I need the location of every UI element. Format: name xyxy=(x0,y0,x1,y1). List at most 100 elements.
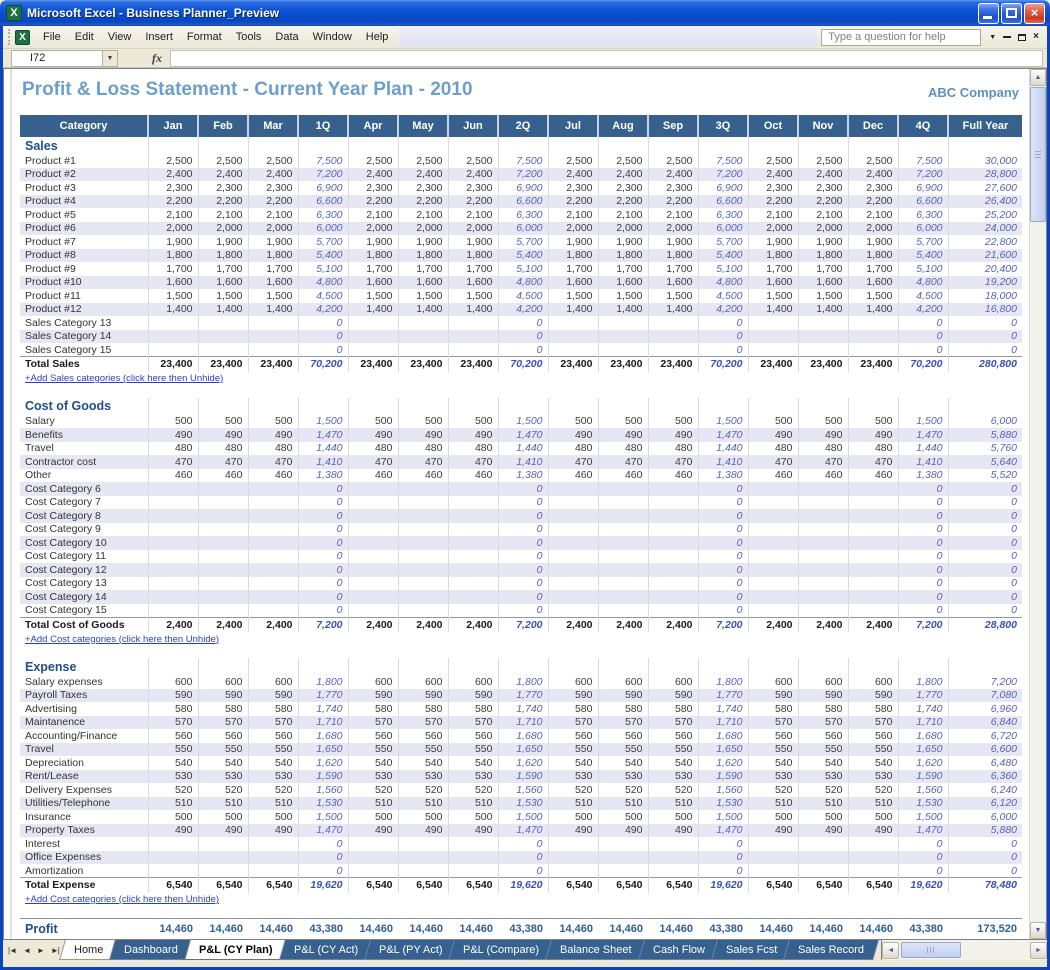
cell[interactable]: 500 xyxy=(548,810,598,824)
cell[interactable]: 1,500 xyxy=(748,289,798,303)
cell[interactable]: 19,620 xyxy=(498,878,548,893)
scroll-left-icon[interactable]: ◄ xyxy=(882,942,899,959)
cell[interactable] xyxy=(348,496,398,510)
cell[interactable]: 1,400 xyxy=(648,303,698,317)
cell[interactable]: 2,500 xyxy=(148,154,198,168)
cell[interactable]: 0 xyxy=(298,496,348,510)
cell[interactable]: 0 xyxy=(298,482,348,496)
cell[interactable] xyxy=(398,316,448,330)
cell[interactable]: 530 xyxy=(448,770,498,784)
cell[interactable]: 1,620 xyxy=(898,756,948,770)
cell[interactable]: 490 xyxy=(648,428,698,442)
menu-help[interactable]: Help xyxy=(359,28,396,46)
cell[interactable]: 5,400 xyxy=(298,249,348,263)
cell[interactable]: 1,500 xyxy=(248,289,298,303)
cell[interactable]: 0 xyxy=(498,604,548,618)
row-label-delivery-expenses[interactable]: Delivery Expenses xyxy=(20,783,148,797)
cell[interactable] xyxy=(548,496,598,510)
cell[interactable] xyxy=(648,496,698,510)
cell[interactable] xyxy=(448,482,498,496)
cell[interactable]: 1,700 xyxy=(398,262,448,276)
cell[interactable]: 2,300 xyxy=(198,181,248,195)
cell[interactable] xyxy=(798,577,848,591)
cell[interactable]: 6,540 xyxy=(798,878,848,893)
cell[interactable]: 0 xyxy=(298,509,348,523)
cell[interactable] xyxy=(648,509,698,523)
cell[interactable]: 5,100 xyxy=(698,262,748,276)
cell[interactable]: 1,590 xyxy=(698,770,748,784)
cell[interactable]: 1,500 xyxy=(148,289,198,303)
cell[interactable]: 5,100 xyxy=(298,262,348,276)
cell[interactable]: 7,500 xyxy=(298,154,348,168)
cell[interactable] xyxy=(348,482,398,496)
cell[interactable] xyxy=(848,137,898,154)
cell[interactable]: 490 xyxy=(348,428,398,442)
cell[interactable]: 550 xyxy=(848,743,898,757)
worksheet[interactable]: Profit & Loss Statement - Current Year P… xyxy=(4,69,1029,939)
cell[interactable] xyxy=(548,851,598,865)
cell[interactable]: 1,380 xyxy=(698,469,748,483)
cell[interactable] xyxy=(198,137,248,154)
cell[interactable]: 6,540 xyxy=(648,878,698,893)
cell[interactable]: 510 xyxy=(848,797,898,811)
cell[interactable]: 490 xyxy=(148,824,198,838)
cell[interactable]: 580 xyxy=(398,702,448,716)
cell[interactable]: 510 xyxy=(398,797,448,811)
cell[interactable] xyxy=(448,563,498,577)
cell[interactable]: 490 xyxy=(798,824,848,838)
cell[interactable]: 470 xyxy=(398,455,448,469)
cell[interactable]: 1,500 xyxy=(398,289,448,303)
cell[interactable]: 490 xyxy=(848,824,898,838)
cell[interactable] xyxy=(798,851,848,865)
cell[interactable] xyxy=(848,864,898,878)
cell[interactable] xyxy=(548,864,598,878)
cell[interactable]: 2,400 xyxy=(198,617,248,632)
cell[interactable]: 27,600 xyxy=(948,181,1022,195)
cell[interactable] xyxy=(148,658,198,675)
cell[interactable]: 2,400 xyxy=(748,617,798,632)
cell[interactable]: 7,080 xyxy=(948,689,1022,703)
cell[interactable]: 2,400 xyxy=(148,168,198,182)
cell[interactable]: 460 xyxy=(598,469,648,483)
cell[interactable]: 14,460 xyxy=(848,919,898,940)
row-label-product-7[interactable]: Product #7 xyxy=(20,235,148,249)
row-label-total-sales[interactable]: Total Sales xyxy=(20,357,148,372)
cell[interactable]: 2,500 xyxy=(598,154,648,168)
cell[interactable]: 1,700 xyxy=(798,262,848,276)
cell[interactable]: 1,500 xyxy=(198,289,248,303)
menu-insert[interactable]: Insert xyxy=(138,28,180,46)
cell[interactable] xyxy=(748,864,798,878)
cell[interactable] xyxy=(348,343,398,357)
cell[interactable]: 530 xyxy=(648,770,698,784)
cell[interactable]: 560 xyxy=(748,729,798,743)
cell[interactable]: 0 xyxy=(948,550,1022,564)
row-label-utilities-telephone[interactable]: Utilities/Telephone xyxy=(20,797,148,811)
cell[interactable] xyxy=(598,316,648,330)
row-label-interest[interactable]: Interest xyxy=(20,837,148,851)
cell[interactable]: 520 xyxy=(398,783,448,797)
cell[interactable]: 4,800 xyxy=(898,276,948,290)
cell[interactable] xyxy=(148,590,198,604)
cell[interactable]: 0 xyxy=(948,343,1022,357)
cell[interactable] xyxy=(548,837,598,851)
cell[interactable] xyxy=(298,658,348,675)
cell[interactable]: 550 xyxy=(148,743,198,757)
cell[interactable] xyxy=(548,330,598,344)
cell[interactable]: 1,700 xyxy=(248,262,298,276)
cell[interactable]: 480 xyxy=(598,442,648,456)
cell[interactable] xyxy=(198,577,248,591)
cell[interactable]: 1,440 xyxy=(498,442,548,456)
cell[interactable]: 19,620 xyxy=(898,878,948,893)
cell[interactable]: 6,900 xyxy=(498,181,548,195)
cell[interactable]: 5,760 xyxy=(948,442,1022,456)
cell[interactable]: 6,720 xyxy=(948,729,1022,743)
cell[interactable]: 23,400 xyxy=(848,357,898,372)
cell[interactable]: 500 xyxy=(798,810,848,824)
prev-sheet-icon[interactable]: ◄ xyxy=(21,944,32,957)
cell[interactable] xyxy=(598,604,648,618)
menu-data[interactable]: Data xyxy=(268,28,305,46)
cell[interactable]: 7,200 xyxy=(698,168,748,182)
cell[interactable]: 6,600 xyxy=(898,195,948,209)
cell[interactable]: 1,800 xyxy=(148,249,198,263)
cell[interactable]: 1,700 xyxy=(648,262,698,276)
